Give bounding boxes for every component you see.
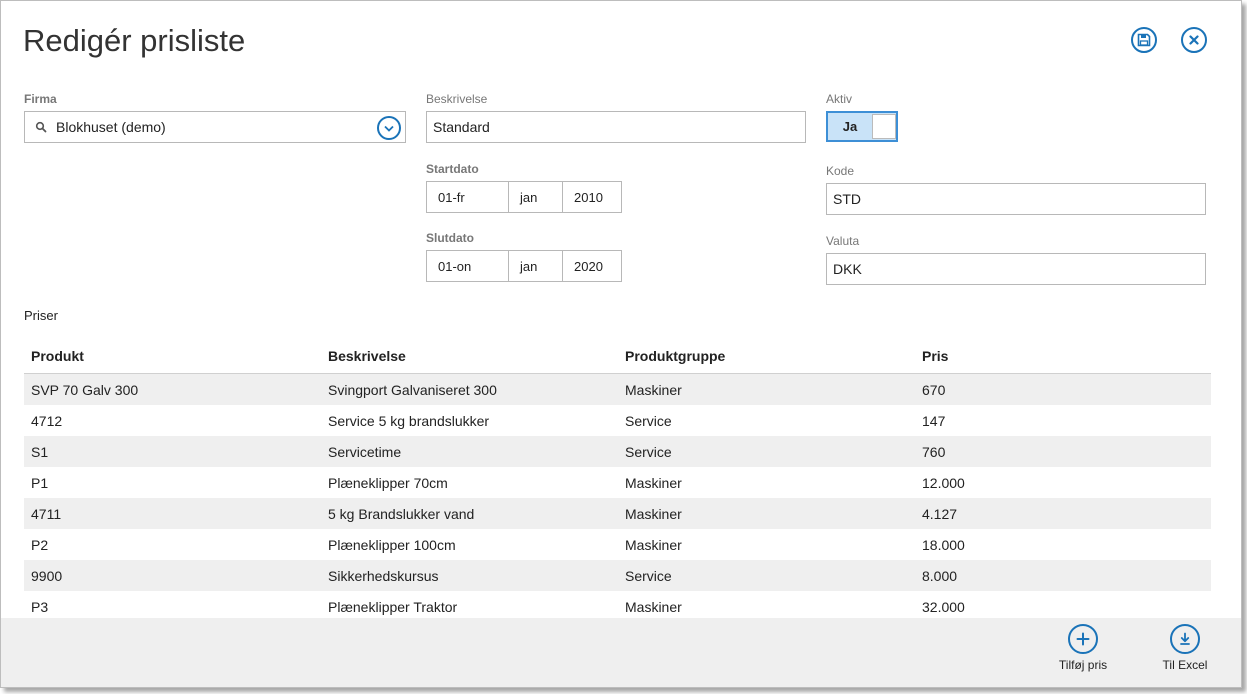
prices-table: Produkt Beskrivelse Produktgruppe Pris S… xyxy=(24,339,1211,622)
column-header-produktgruppe[interactable]: Produktgruppe xyxy=(618,339,915,374)
cell-produktgruppe: Maskiner xyxy=(625,474,682,491)
chevron-down-icon xyxy=(384,125,394,132)
startdato-day[interactable]: 01-fr xyxy=(427,182,509,212)
cell-produkt: SVP 70 Galv 300 xyxy=(24,373,321,405)
firma-select[interactable]: Blokhuset (demo) xyxy=(24,111,406,143)
page-title: Redigér prisliste xyxy=(23,23,246,58)
cell-produktgruppe: Service xyxy=(618,560,915,591)
table-row[interactable]: 4711 5 kg Brandslukker vand Maskiner 4.1… xyxy=(24,498,1211,529)
column-header-beskrivelse[interactable]: Beskrivelse xyxy=(321,339,618,374)
cell-produkt: 4712 xyxy=(31,412,63,429)
table-row[interactable]: 4712 Service 5 kg brandslukker Service 1… xyxy=(24,405,1211,436)
cell-produkt: 4711 xyxy=(24,498,321,529)
firma-dropdown-button[interactable] xyxy=(377,116,401,140)
cell-beskrivelse: Plæneklipper 70cm xyxy=(328,474,448,491)
cell-produkt: P2 xyxy=(31,536,49,553)
startdato-label: Startdato xyxy=(426,162,479,176)
cell-produkt: 9900 xyxy=(24,560,321,591)
plus-icon xyxy=(1068,624,1098,654)
aktiv-toggle[interactable]: Ja xyxy=(826,111,898,142)
cell-produktgruppe: Maskiner xyxy=(625,536,682,553)
slutdato-month[interactable]: jan xyxy=(509,251,563,281)
beskrivelse-input[interactable]: Standard xyxy=(426,111,806,143)
beskrivelse-label: Beskrivelse xyxy=(426,92,488,106)
cell-beskrivelse: Svingport Galvaniseret 300 xyxy=(321,373,618,405)
cell-beskrivelse: Sikkerhedskursus xyxy=(321,560,618,591)
add-price-label: Tilføj pris xyxy=(1058,658,1108,672)
cell-beskrivelse: Service 5 kg brandslukker xyxy=(328,412,490,429)
startdato-picker: 01-fr jan 2010 xyxy=(426,181,622,213)
aktiv-label: Aktiv xyxy=(826,92,853,106)
edit-pricelist-dialog: Redigér prisliste Firma Blokhuset (demo)… xyxy=(0,0,1242,688)
cell-produkt: P1 xyxy=(31,474,49,491)
cell-pris: 18.000 xyxy=(922,536,965,553)
cell-produktgruppe: Maskiner xyxy=(618,373,915,405)
kode-label: Kode xyxy=(826,164,855,178)
table-row[interactable]: P1 Plæneklipper 70cm Maskiner 12.000 xyxy=(24,467,1211,498)
cell-produktgruppe: Service xyxy=(625,412,672,429)
cell-beskrivelse: 5 kg Brandslukker vand xyxy=(321,498,618,529)
table-row[interactable]: P2 Plæneklipper 100cm Maskiner 18.000 xyxy=(24,529,1211,560)
valuta-label: Valuta xyxy=(826,234,860,248)
aktiv-toggle-label: Ja xyxy=(842,119,858,134)
valuta-input[interactable]: DKK xyxy=(826,253,1206,285)
cell-pris: 147 xyxy=(922,412,946,429)
table-row[interactable]: S1 Servicetime Service 760 xyxy=(24,436,1211,467)
table-header-row: Produkt Beskrivelse Produktgruppe Pris xyxy=(24,339,1211,374)
cell-pris: 12.000 xyxy=(922,474,965,491)
slutdato-day[interactable]: 01-on xyxy=(427,251,509,281)
close-icon xyxy=(1189,35,1199,45)
cell-pris: 8.000 xyxy=(915,560,1211,591)
cell-pris: 760 xyxy=(915,436,1211,467)
slutdato-year[interactable]: 2020 xyxy=(563,251,621,281)
save-icon xyxy=(1137,33,1151,47)
save-button[interactable] xyxy=(1131,27,1157,53)
aktiv-toggle-knob xyxy=(872,114,896,139)
table-row[interactable]: 9900 Sikkerhedskursus Service 8.000 xyxy=(24,560,1211,591)
startdato-month[interactable]: jan xyxy=(509,182,563,212)
column-header-pris[interactable]: Pris xyxy=(915,339,1211,374)
startdato-year[interactable]: 2010 xyxy=(563,182,621,212)
cell-produkt: S1 xyxy=(24,436,321,467)
cell-beskrivelse: Servicetime xyxy=(321,436,618,467)
export-excel-button[interactable]: Til Excel xyxy=(1145,624,1225,672)
download-icon xyxy=(1170,624,1200,654)
slutdato-label: Slutdato xyxy=(426,231,474,245)
footer-toolbar: Tilføj pris Til Excel xyxy=(1,618,1241,687)
firma-value: Blokhuset (demo) xyxy=(56,119,166,135)
cell-produktgruppe: Maskiner xyxy=(618,498,915,529)
priser-section-label: Priser xyxy=(24,308,58,323)
slutdato-picker: 01-on jan 2020 xyxy=(426,250,622,282)
search-icon xyxy=(35,121,47,133)
firma-label: Firma xyxy=(24,92,57,106)
column-header-produkt[interactable]: Produkt xyxy=(24,339,321,374)
cell-produktgruppe: Service xyxy=(618,436,915,467)
table-row[interactable]: SVP 70 Galv 300 Svingport Galvaniseret 3… xyxy=(24,373,1211,405)
kode-input[interactable]: STD xyxy=(826,183,1206,215)
close-button[interactable] xyxy=(1181,27,1207,53)
cell-pris: 670 xyxy=(915,373,1211,405)
cell-pris: 4.127 xyxy=(915,498,1211,529)
cell-beskrivelse: Plæneklipper 100cm xyxy=(328,536,456,553)
add-price-button[interactable]: Tilføj pris xyxy=(1043,624,1123,672)
export-excel-label: Til Excel xyxy=(1162,658,1208,672)
